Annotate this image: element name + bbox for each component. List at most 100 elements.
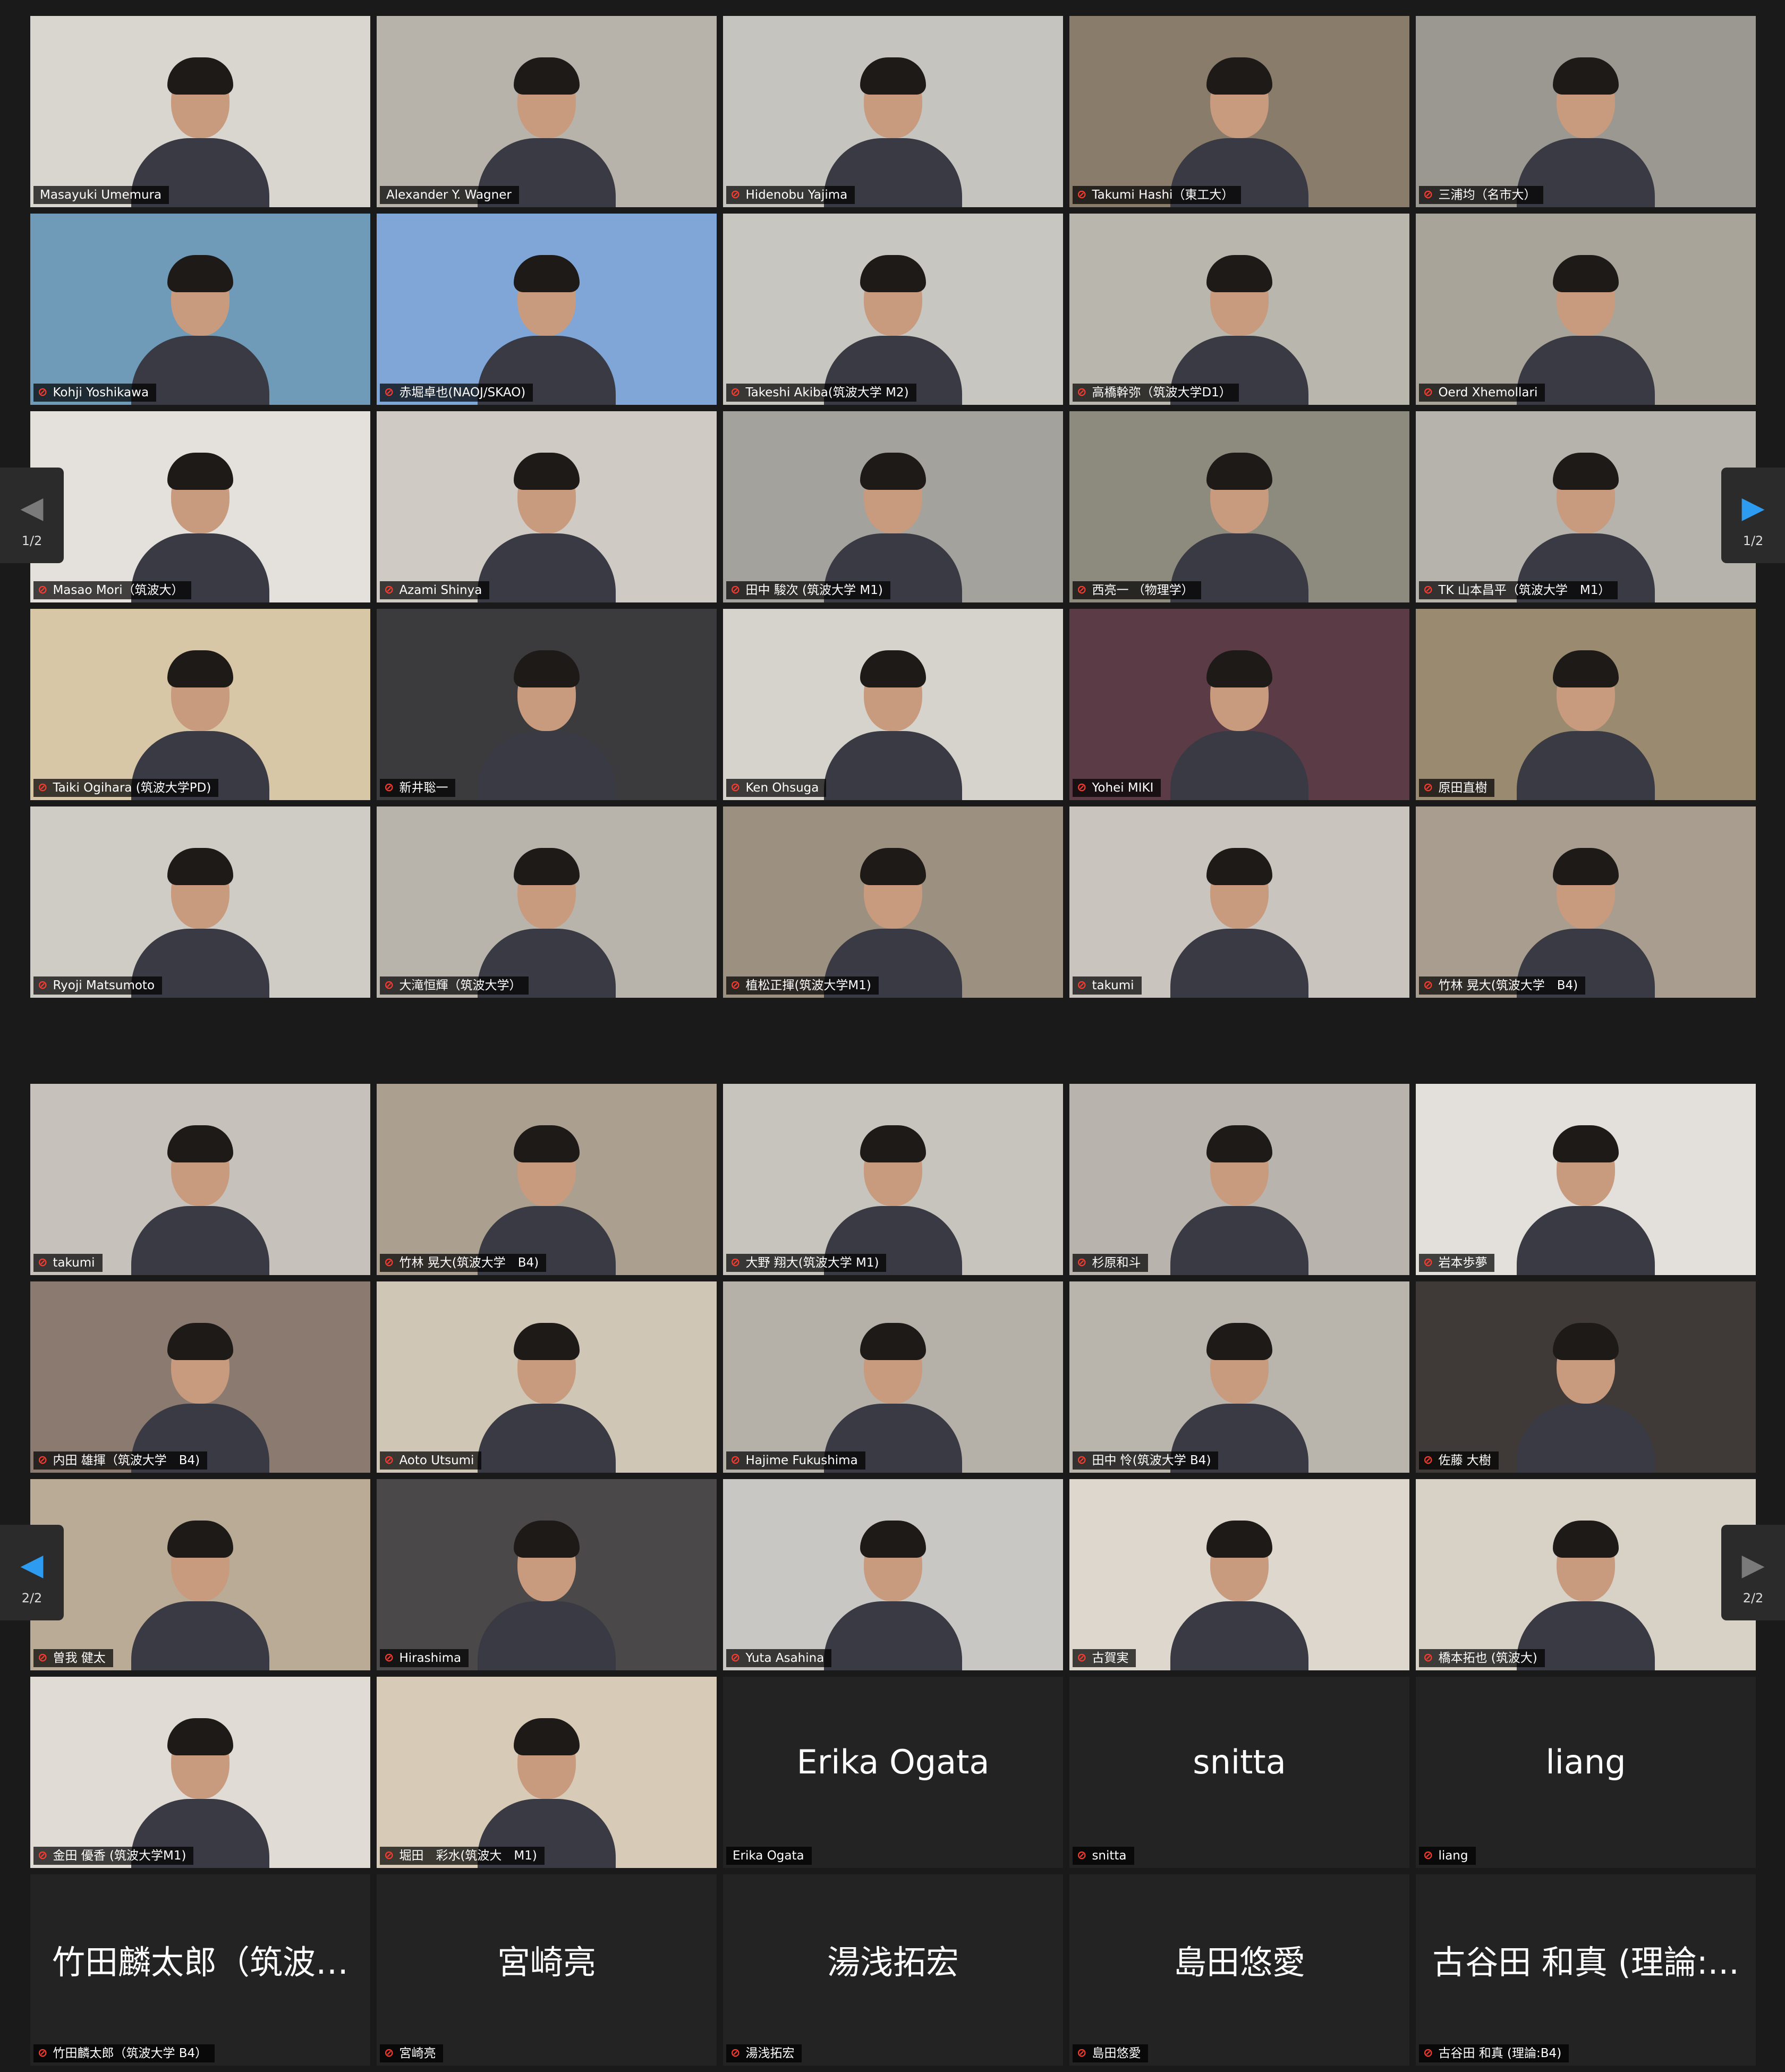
participant-tile[interactable]: ⊘ 三浦均（名市大）: [1416, 16, 1756, 207]
participant-tile[interactable]: ⊘ Hajime Fukushima: [723, 1281, 1063, 1473]
participant-tile[interactable]: ⊘ 金田 優香 (筑波大学M1): [30, 1677, 370, 1868]
participant-name-text: snitta: [1193, 1742, 1286, 1781]
participant-tile[interactable]: ⊘ Takeshi Akiba(筑波大学 M2): [723, 214, 1063, 405]
mic-muted-icon: ⊘: [38, 1651, 48, 1665]
mic-muted-icon: ⊘: [1423, 386, 1433, 399]
participant-hair: [1553, 848, 1619, 885]
participant-tile[interactable]: ⊘ 西亮一 （物理学）: [1069, 411, 1409, 602]
participant-tile[interactable]: ⊘ 杉原和斗: [1069, 1084, 1409, 1275]
participant-tile[interactable]: ⊘ 橋本拓也 (筑波大): [1416, 1479, 1756, 1670]
participant-tile[interactable]: ⊘ Azami Shinya: [377, 411, 717, 602]
participant-tile[interactable]: Erika Ogata Erika Ogata: [723, 1677, 1063, 1868]
participant-tile[interactable]: ⊘ 堀田 彩水(筑波大 M1): [377, 1677, 717, 1868]
participant-video: [467, 641, 626, 800]
participant-hair: [514, 848, 580, 885]
participant-tile[interactable]: ⊘ takumi: [30, 1084, 370, 1275]
participant-name: Hajime Fukushima: [745, 1454, 858, 1467]
participant-name-text: 湯浅拓宏: [827, 1943, 959, 1982]
participant-name: Aoto Utsumi: [399, 1454, 474, 1467]
participant-tile[interactable]: ⊘ Kohji Yoshikawa: [30, 214, 370, 405]
participant-name-label: ⊘ takumi: [33, 1254, 103, 1272]
participant-tile[interactable]: 宮崎亮 ⊘ 宮崎亮: [377, 1874, 717, 2066]
participant-tile[interactable]: snitta ⊘ snitta: [1069, 1677, 1409, 1868]
participant-video: [1160, 48, 1319, 207]
participant-video: [467, 245, 626, 405]
participant-video: [121, 48, 280, 207]
participant-name-label: ⊘ Ryoji Matsumoto: [33, 976, 163, 995]
participant-tile[interactable]: ⊘ Hirashima: [377, 1479, 717, 1670]
participant-tile[interactable]: ⊘ 内田 雄揮（筑波大学 B4): [30, 1281, 370, 1473]
participant-tile[interactable]: Masayuki Umemura: [30, 16, 370, 207]
page-left-button[interactable]: ◀ 1/2: [0, 468, 64, 563]
participant-tile[interactable]: ⊘ 岩本歩夢: [1416, 1084, 1756, 1275]
participant-tile[interactable]: ⊘ 大滝恒輝（筑波大学）: [377, 806, 717, 998]
participant-hair: [167, 650, 233, 687]
participant-tile[interactable]: ⊘ Masao Mori（筑波大）: [30, 411, 370, 602]
participant-tile[interactable]: 古谷田 和真 (理論:... ⊘ 古谷田 和真 (理論:B4): [1416, 1874, 1756, 2066]
participant-name: 三浦均（名市大）: [1438, 188, 1536, 202]
participant-tile[interactable]: ⊘ 大野 翔大(筑波大学 M1): [723, 1084, 1063, 1275]
page-indicator: 1/2: [1742, 533, 1764, 548]
participant-tile[interactable]: ⊘ 新井聡一: [377, 609, 717, 800]
participant-tile[interactable]: 島田悠愛 ⊘ 島田悠愛: [1069, 1874, 1409, 2066]
participant-tile[interactable]: ⊘ 曽我 健太: [30, 1479, 370, 1670]
participant-name: takumi: [1092, 979, 1134, 992]
page-left-button[interactable]: ◀ 2/2: [0, 1525, 64, 1620]
participant-tile[interactable]: ⊘ Yohei MIKI: [1069, 609, 1409, 800]
participant-tile[interactable]: 湯浅拓宏 ⊘ 湯浅拓宏: [723, 1874, 1063, 2066]
mic-muted-icon: ⊘: [384, 781, 394, 794]
participant-tile[interactable]: ⊘ 竹林 晃大(筑波大学 B4): [377, 1084, 717, 1275]
participant-tile[interactable]: ⊘ 田中 怜(筑波大学 B4): [1069, 1281, 1409, 1473]
participant-hair: [1206, 650, 1272, 687]
participant-name: 大野 翔大(筑波大学 M1): [745, 1256, 879, 1270]
participant-tile[interactable]: 竹田麟太郎（筑波… ⊘ 竹田麟太郎（筑波大学 B4）: [30, 1874, 370, 2066]
mic-muted-icon: ⊘: [384, 583, 394, 597]
mic-muted-icon: ⊘: [38, 2046, 48, 2060]
participant-torso: [824, 1601, 962, 1670]
participant-hair: [1206, 1521, 1272, 1558]
participant-tile[interactable]: ⊘ 竹林 晃大(筑波大学 B4): [1416, 806, 1756, 998]
participant-name-label: ⊘ Ken Ohsuga: [726, 779, 827, 797]
participant-tile[interactable]: ⊘ takumi: [1069, 806, 1409, 998]
participant-tile[interactable]: ⊘ 赤堀卓也(NAOJ/SKAO): [377, 214, 717, 405]
participant-name: 西亮一 （物理学）: [1092, 583, 1194, 597]
participant-name: Ken Ohsuga: [745, 781, 819, 795]
participant-tile[interactable]: ⊘ Taiki Ogihara (筑波大学PD): [30, 609, 370, 800]
participant-tile[interactable]: ⊘ 植松正揮(筑波大学M1): [723, 806, 1063, 998]
participant-name-display: liang: [1416, 1677, 1756, 1847]
participant-tile[interactable]: ⊘ 高橋幹弥（筑波大学D1）: [1069, 214, 1409, 405]
page-right-button[interactable]: ▶ 2/2: [1721, 1525, 1785, 1620]
participant-name-text: 島田悠愛: [1173, 1943, 1305, 1982]
participant-name-label: ⊘ 原田直樹: [1419, 779, 1495, 797]
participant-video: [1160, 245, 1319, 405]
participant-tile[interactable]: ⊘ Ken Ohsuga: [723, 609, 1063, 800]
mic-muted-icon: ⊘: [1423, 583, 1433, 597]
participant-name-label: ⊘ 古賀実: [1073, 1649, 1136, 1667]
participant-tile[interactable]: ⊘ TK 山本昌平（筑波大学 M1）: [1416, 411, 1756, 602]
participant-tile[interactable]: liang ⊘ liang: [1416, 1677, 1756, 1868]
participant-name-display: 宮崎亮: [377, 1874, 717, 2044]
participant-name-display: Erika Ogata: [723, 1677, 1063, 1847]
participant-tile[interactable]: ⊘ Aoto Utsumi: [377, 1281, 717, 1473]
mic-muted-icon: ⊘: [1423, 781, 1433, 794]
participant-tile[interactable]: ⊘ 佐藤 大樹: [1416, 1281, 1756, 1473]
participant-tile[interactable]: Alexander Y. Wagner: [377, 16, 717, 207]
mic-muted-icon: ⊘: [730, 583, 741, 597]
participant-tile[interactable]: ⊘ Ryoji Matsumoto: [30, 806, 370, 998]
participant-name-label: Erika Ogata: [726, 1847, 812, 1865]
participant-tile[interactable]: ⊘ Hidenobu Yajima: [723, 16, 1063, 207]
participant-name: 高橋幹弥（筑波大学D1）: [1092, 386, 1231, 400]
participant-tile[interactable]: ⊘ 古賀実: [1069, 1479, 1409, 1670]
mic-muted-icon: ⊘: [1077, 781, 1087, 794]
participant-video: [1160, 1116, 1319, 1275]
participant-torso: [478, 533, 616, 602]
participant-name: Hirashima: [399, 1651, 462, 1665]
participant-hair: [514, 650, 580, 687]
participant-tile[interactable]: ⊘ 田中 駿次 (筑波大学 M1): [723, 411, 1063, 602]
participant-tile[interactable]: ⊘ Yuta Asahina: [723, 1479, 1063, 1670]
participant-tile[interactable]: ⊘ Oerd Xhemollari: [1416, 214, 1756, 405]
gallery-page-1: Masayuki Umemura Alexander Y. Wagner ⊘ Hide…: [0, 0, 1785, 1004]
participant-tile[interactable]: ⊘ Takumi Hashi（東工大）: [1069, 16, 1409, 207]
participant-tile[interactable]: ⊘ 原田直樹: [1416, 609, 1756, 800]
page-right-button[interactable]: ▶ 1/2: [1721, 468, 1785, 563]
